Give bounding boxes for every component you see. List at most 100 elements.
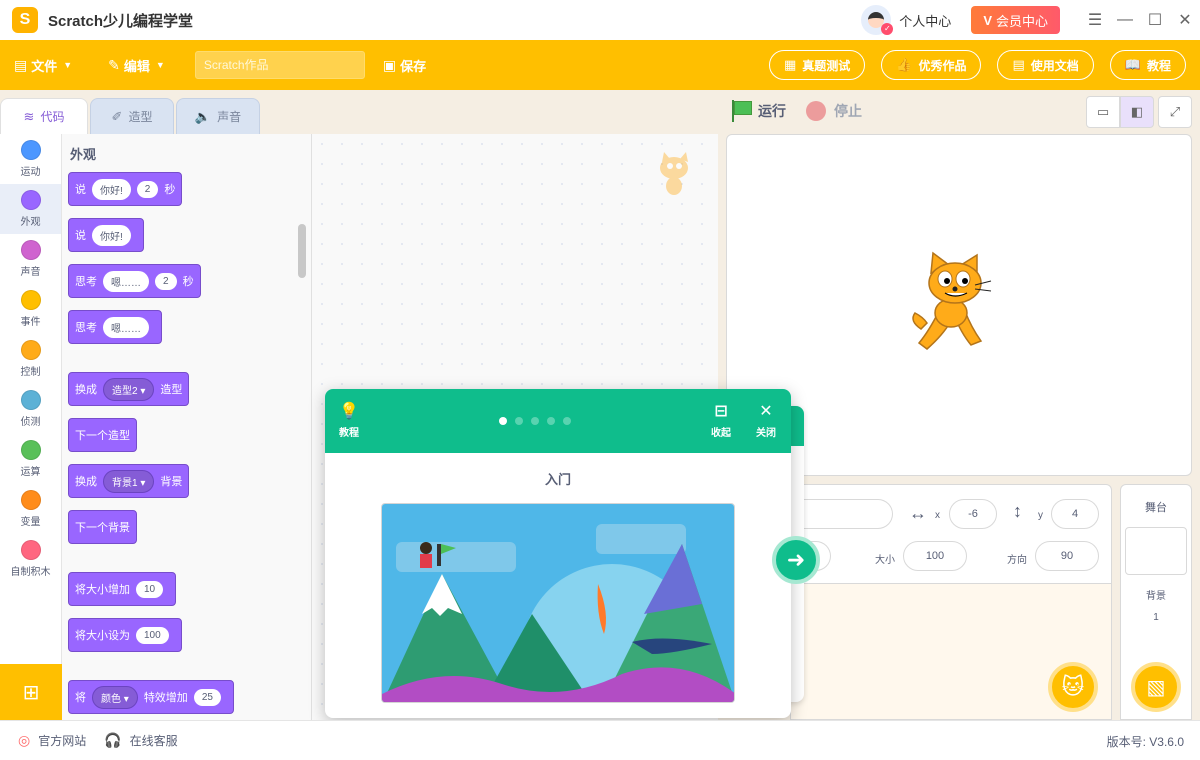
- small-stage-icon[interactable]: ▭: [1086, 96, 1120, 128]
- stage-thumbnail[interactable]: [1125, 527, 1187, 575]
- edit-menu[interactable]: ✎ 编辑 ▼: [108, 56, 165, 75]
- palette-scrollbar[interactable]: [298, 224, 306, 278]
- block-input[interactable]: 嗯……: [103, 270, 149, 292]
- category-sensing[interactable]: 侦测: [0, 384, 61, 434]
- direction-field[interactable]: 90: [1035, 541, 1099, 571]
- block-switch-backdrop[interactable]: 换成 背景1 ▾ 背景: [68, 464, 190, 498]
- block-text: 特效增加: [143, 692, 188, 704]
- block-switch-costume[interactable]: 换成 造型2 ▾ 造型: [68, 372, 190, 406]
- block-change-size[interactable]: 将大小增加 10: [68, 572, 177, 606]
- tab-code[interactable]: ≋ 代码: [0, 98, 88, 134]
- close-window-icon[interactable]: ✕: [1170, 0, 1200, 40]
- project-title-input[interactable]: [194, 51, 365, 79]
- block-input[interactable]: 25: [193, 688, 221, 706]
- menu-icon[interactable]: ☰: [1080, 0, 1110, 40]
- block-text: 下一个造型: [75, 430, 130, 442]
- category-my-blocks[interactable]: 自制积木: [0, 534, 61, 584]
- run-label[interactable]: 运行: [758, 101, 786, 121]
- page-dot[interactable]: [547, 417, 555, 425]
- tutorial-button[interactable]: 📖 教程: [1109, 50, 1186, 80]
- green-flag-icon[interactable]: [730, 100, 752, 122]
- category-control[interactable]: 控制: [0, 334, 61, 384]
- block-dropdown[interactable]: 背景1 ▾: [103, 469, 155, 493]
- official-site-link[interactable]: ◎ 官方网站: [18, 732, 86, 749]
- category-sound[interactable]: 声音: [0, 234, 61, 284]
- close-tutorial-button[interactable]: ✕ 关闭: [756, 401, 776, 439]
- block-input[interactable]: 嗯……: [103, 316, 149, 338]
- block-say-for-secs[interactable]: 说 你好! 2 秒: [68, 172, 183, 206]
- block-next-backdrop[interactable]: 下一个背景: [68, 510, 137, 544]
- block-think-for-secs[interactable]: 思考 嗯…… 2 秒: [68, 264, 201, 298]
- category-dot-icon: [20, 190, 41, 210]
- block-input[interactable]: 2: [136, 180, 159, 198]
- stop-button[interactable]: 停止: [806, 101, 862, 121]
- block-think[interactable]: 思考 嗯……: [68, 310, 162, 344]
- block-text: 换成: [75, 384, 97, 396]
- close-label: 关闭: [756, 428, 776, 439]
- block-input[interactable]: 2: [155, 272, 177, 290]
- online-support-link[interactable]: 🎧 在线客服: [104, 732, 177, 749]
- category-variables[interactable]: 变量: [0, 484, 61, 534]
- block-say[interactable]: 说 你好!: [68, 218, 144, 252]
- stop-icon: [806, 101, 826, 121]
- file-menu[interactable]: ▤ 文件 ▼: [14, 56, 72, 75]
- page-dot[interactable]: [515, 417, 523, 425]
- tab-costumes[interactable]: ✐ 造型: [90, 98, 174, 134]
- add-extension-button[interactable]: ⊞: [0, 664, 62, 720]
- extension-icon: ⊞: [22, 681, 40, 704]
- tutorials-button[interactable]: 💡 教程: [339, 401, 359, 439]
- speaker-icon: 🔈: [194, 108, 212, 124]
- block-dropdown[interactable]: 造型2 ▾: [103, 377, 155, 401]
- block-input[interactable]: 你好!: [92, 224, 131, 246]
- block-input[interactable]: 100: [136, 626, 169, 644]
- maximize-icon[interactable]: ☐: [1140, 0, 1170, 40]
- category-dot-icon: [20, 290, 41, 310]
- page-dot[interactable]: [499, 417, 507, 425]
- vip-center-button[interactable]: V 会员中心: [971, 6, 1060, 34]
- page-dot[interactable]: [563, 417, 571, 425]
- tutorial-next-button[interactable]: ➜: [772, 536, 820, 584]
- collapse-button[interactable]: ⊟ 收起: [711, 401, 731, 439]
- featured-works-button[interactable]: 👍 优秀作品: [881, 50, 982, 80]
- block-dropdown[interactable]: 颜色 ▾: [92, 685, 138, 709]
- x-field[interactable]: -6: [949, 499, 997, 529]
- category-operators[interactable]: 运算: [0, 434, 61, 484]
- block-input[interactable]: 10: [136, 580, 164, 598]
- tutorial-card: 💡 教程 ⊟ 收起 ✕ 关闭 入门: [325, 389, 791, 718]
- vip-center-label: 会员中心: [995, 13, 1048, 29]
- size-field[interactable]: 100: [903, 541, 967, 571]
- avatar[interactable]: ✓: [861, 5, 894, 35]
- app-logo-icon: S: [12, 7, 38, 33]
- category-motion[interactable]: 运动: [0, 134, 61, 184]
- exam-test-button[interactable]: ▦ 真题测试: [768, 50, 866, 80]
- block-set-size[interactable]: 将大小设为 100: [68, 618, 182, 652]
- block-text: 将大小增加: [75, 584, 130, 596]
- block-change-effect[interactable]: 将 颜色 ▾ 特效增加 25: [68, 680, 234, 714]
- user-center-link[interactable]: 个人中心: [899, 11, 951, 30]
- add-backdrop-button[interactable]: ▧: [1131, 662, 1181, 712]
- dropdown-value: 造型2: [112, 385, 138, 397]
- category-dot-icon: [20, 390, 41, 410]
- block-input[interactable]: 你好!: [92, 178, 131, 200]
- add-sprite-button[interactable]: 🐱: [1048, 662, 1098, 712]
- normal-stage-icon[interactable]: ◧: [1120, 96, 1154, 128]
- save-button[interactable]: ▣ 保存: [383, 56, 426, 75]
- block-text: 秒: [164, 184, 176, 196]
- category-label: 声音: [20, 267, 41, 278]
- category-dot-icon: [20, 340, 41, 360]
- cat-plus-icon: 🐱: [1061, 674, 1085, 699]
- tab-sounds[interactable]: 🔈 声音: [176, 98, 260, 134]
- block-next-costume[interactable]: 下一个造型: [68, 418, 137, 452]
- minimize-icon[interactable]: —: [1110, 0, 1140, 40]
- fullscreen-icon[interactable]: ⤢: [1158, 96, 1192, 128]
- category-events[interactable]: 事件: [0, 284, 61, 334]
- docs-button[interactable]: ▤ 使用文档: [997, 50, 1094, 80]
- online-support-label: 在线客服: [129, 734, 178, 748]
- page-dot[interactable]: [531, 417, 539, 425]
- menu-bar: ▤ 文件 ▼ ✎ 编辑 ▼ ▣ 保存 ▦ 真题测试 👍 优秀作品 ▤ 使用文档 📖 教程: [0, 40, 1200, 90]
- category-dot-icon: [20, 540, 41, 560]
- y-field[interactable]: 4: [1051, 499, 1099, 529]
- exam-test-label: 真题测试: [802, 58, 851, 73]
- category-looks[interactable]: 外观: [0, 184, 61, 234]
- cat-sprite-icon[interactable]: [905, 251, 1005, 355]
